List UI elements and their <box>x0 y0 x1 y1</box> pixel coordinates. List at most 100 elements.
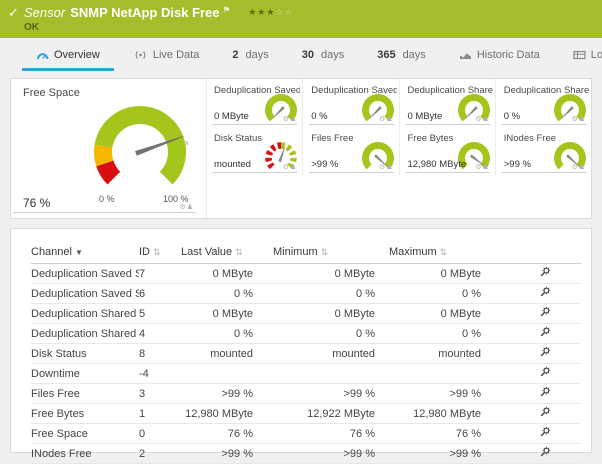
channel-edit-icon[interactable] <box>539 386 551 398</box>
table-row[interactable]: Files Free3>99 %>99 %>99 % <box>31 384 581 404</box>
channel-gauge-value: 0 % <box>504 111 520 122</box>
channel-edit-icon[interactable] <box>539 266 551 278</box>
channel-edit-icon[interactable] <box>539 406 551 418</box>
prtg-sensor-page: { "header": { "status_icon": "check-icon… <box>0 0 602 453</box>
channel-gauge-value: 0 MByte <box>408 111 443 122</box>
tab-label: Log <box>591 49 602 61</box>
cell-last: 76 % <box>181 424 273 444</box>
channel-gauge-cell[interactable]: Files Free>99 %⚙♟ <box>302 127 398 175</box>
gauge-settings-icon[interactable]: ⚙ <box>179 204 186 211</box>
cell-min: 76 % <box>273 424 389 444</box>
channel-table-body: Deduplication Saved Sp...70 MByte0 MByte… <box>31 264 581 464</box>
cell-last <box>181 364 273 384</box>
cell-min <box>273 364 389 384</box>
tab-log[interactable]: Log <box>573 39 602 71</box>
sensor-type-label: Sensor <box>24 5 65 20</box>
cell-actions <box>501 424 581 444</box>
gauge-person-icon[interactable]: ♟ <box>386 164 393 171</box>
column-header-channel[interactable]: Channel▼ <box>31 243 139 264</box>
cell-id: 6 <box>139 284 181 304</box>
gauge-person-icon[interactable]: ♟ <box>579 116 586 123</box>
gauge-settings-icon[interactable]: ⚙ <box>571 116 578 123</box>
table-row[interactable]: Deduplication Shared S...40 %0 %0 % <box>31 324 581 344</box>
table-header-row: Channel▼ ID⇅ Last Value⇅ Minimum⇅ Maximu… <box>31 243 581 264</box>
gauge-person-icon[interactable]: ♟ <box>579 164 586 171</box>
gauge-person-icon[interactable]: ♟ <box>386 116 393 123</box>
table-row[interactable]: Free Bytes112,980 MByte12,922 MByte12,98… <box>31 404 581 424</box>
channel-gauge-cell[interactable]: Disk Statusmounted⚙♟ <box>206 127 302 175</box>
channel-table: Channel▼ ID⇅ Last Value⇅ Minimum⇅ Maximu… <box>31 243 581 464</box>
tab-historic-data[interactable]: Historic Data <box>459 39 540 71</box>
live-signal-icon <box>133 50 148 60</box>
gauge-person-icon[interactable]: ♟ <box>290 116 297 123</box>
channel-gauge-value: 0 MByte <box>214 111 249 122</box>
gauge-value-row: >99 %⚙♟ <box>309 158 393 173</box>
table-row[interactable]: Downtime-4 <box>31 364 581 384</box>
channel-edit-icon[interactable] <box>539 426 551 438</box>
gauge-value-row: 0 MByte⚙♟ <box>406 110 490 125</box>
tab-label: days <box>245 49 268 61</box>
cell-actions <box>501 344 581 364</box>
flag-icon[interactable]: ⚑ <box>223 5 231 15</box>
cell-max: 0 MByte <box>389 304 501 324</box>
column-header-maximum[interactable]: Maximum⇅ <box>389 243 501 264</box>
channel-gauge-cell[interactable]: Deduplication Saved S...0 MByte⚙♟ <box>206 79 302 127</box>
tab-30-days[interactable]: 30 days <box>302 39 345 71</box>
area-chart-icon <box>459 50 472 60</box>
column-header-minimum[interactable]: Minimum⇅ <box>273 243 389 264</box>
gauge-settings-icon[interactable]: ⚙ <box>571 164 578 171</box>
channel-edit-icon[interactable] <box>539 306 551 318</box>
channel-edit-icon[interactable] <box>539 446 551 458</box>
column-header-id[interactable]: ID⇅ <box>139 243 181 264</box>
needle-tip-marker: x <box>185 140 189 147</box>
cell-actions <box>501 284 581 304</box>
gauge-settings-icon[interactable]: ⚙ <box>283 164 290 171</box>
cell-max: mounted <box>389 344 501 364</box>
gauge-person-icon[interactable]: ♟ <box>482 164 489 171</box>
tab-365-days[interactable]: 365 days <box>377 39 426 71</box>
sort-icon: ⇅ <box>235 247 243 257</box>
tab-number: 365 <box>377 49 395 61</box>
table-row[interactable]: Free Space076 %76 %76 % <box>31 424 581 444</box>
cell-actions <box>501 364 581 384</box>
channel-gauge-cell[interactable]: Deduplication Shared ...0 MByte⚙♟ <box>399 79 495 127</box>
gauge-person-icon[interactable]: ♟ <box>482 116 489 123</box>
priority-stars[interactable]: ★★★☆☆ <box>248 7 293 17</box>
cell-min: 0 % <box>273 284 389 304</box>
cell-min: >99 % <box>273 444 389 464</box>
cell-max: 0 % <box>389 284 501 304</box>
channel-edit-icon[interactable] <box>539 286 551 298</box>
gauge-value-row: 12,980 MByte⚙♟ <box>406 158 490 173</box>
stars-empty[interactable]: ☆☆ <box>275 7 293 17</box>
cell-min: >99 % <box>273 384 389 404</box>
table-row[interactable]: Disk Status8mountedmountedmounted <box>31 344 581 364</box>
table-row[interactable]: INodes Free2>99 %>99 %>99 % <box>31 444 581 464</box>
column-header-last-value[interactable]: Last Value⇅ <box>181 243 273 264</box>
table-row[interactable]: Deduplication Shared S...50 MByte0 MByte… <box>31 304 581 324</box>
channel-gauge-cell[interactable]: Deduplication Shared ...0 %⚙♟ <box>495 79 591 127</box>
channel-gauge-cell[interactable]: Free Bytes12,980 MByte⚙♟ <box>399 127 495 175</box>
channel-edit-icon[interactable] <box>539 346 551 358</box>
gauge-settings-icon[interactable]: ⚙ <box>283 116 290 123</box>
channel-gauge-cell[interactable]: Deduplication Saved S...0 %⚙♟ <box>302 79 398 127</box>
tab-2-days[interactable]: 2 days <box>232 39 268 71</box>
tab-live-data[interactable]: Live Data <box>133 39 199 71</box>
table-row[interactable]: Deduplication Saved Sp...60 %0 %0 % <box>31 284 581 304</box>
channel-edit-icon[interactable] <box>539 366 551 378</box>
cell-actions <box>501 404 581 424</box>
gauge-icon <box>36 51 49 60</box>
tab-overview[interactable]: Overview <box>36 39 100 71</box>
channel-gauge-value: 12,980 MByte <box>408 159 467 170</box>
cell-last: 0 MByte <box>181 304 273 324</box>
gauge-value-row: 0 MByte ⚙♟ <box>212 110 297 125</box>
cell-min: 0 % <box>273 324 389 344</box>
gauges-panel: Free Space x 0 % 100 % 76 % ⚙♟ Deduplica… <box>10 78 592 219</box>
gauge-person-icon[interactable]: ♟ <box>290 164 297 171</box>
channel-edit-icon[interactable] <box>539 326 551 338</box>
cell-min: 12,922 MByte <box>273 404 389 424</box>
channel-gauge-cell[interactable]: INodes Free>99 %⚙♟ <box>495 127 591 175</box>
tab-label: days <box>321 49 344 61</box>
table-row[interactable]: Deduplication Saved Sp...70 MByte0 MByte… <box>31 264 581 284</box>
gauge-person-icon[interactable]: ♟ <box>187 204 194 211</box>
stars-filled[interactable]: ★★★ <box>248 7 275 17</box>
